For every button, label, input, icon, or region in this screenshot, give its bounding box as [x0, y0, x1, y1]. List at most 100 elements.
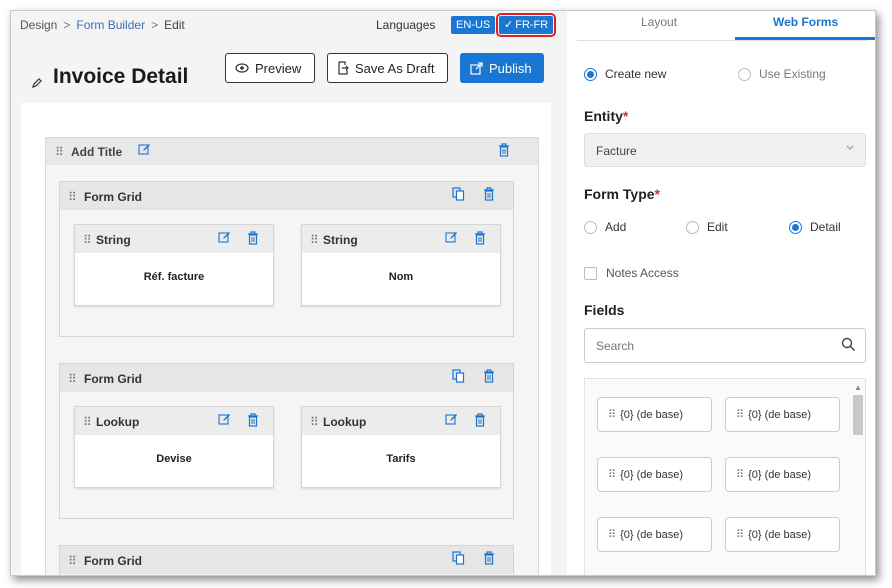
copy-icon[interactable] [452, 369, 465, 383]
form-field[interactable]: ⠿ Lookup Devise [74, 406, 274, 488]
language-fr-fr-button[interactable]: ✓ FR-FR [495, 13, 557, 37]
save-as-draft-button[interactable]: Save As Draft [327, 53, 448, 83]
copy-icon[interactable] [452, 551, 465, 565]
properties-pane: Layout Web Forms Create new Use Existing… [567, 11, 875, 575]
drag-handle-icon[interactable]: ⠿ [310, 233, 319, 247]
drag-handle-icon[interactable]: ⠿ [68, 190, 77, 204]
edit-icon[interactable] [138, 143, 151, 156]
languages-label: Languages [376, 18, 436, 32]
field-chip-label: {0} (de base) [620, 408, 684, 421]
breadcrumb-form-builder[interactable]: Form Builder [76, 18, 145, 32]
field-label: Devise [156, 453, 192, 465]
breadcrumb-separator: > [151, 18, 159, 32]
field-chip-label: {0} (de base) [748, 408, 812, 421]
create-new-radio[interactable]: Create new [584, 67, 666, 81]
drag-handle-icon: ⠿ [608, 469, 616, 481]
fields-label: Fields [584, 302, 625, 318]
field-chip[interactable]: ⠿ {0} (de base) [597, 397, 712, 432]
copy-icon[interactable] [452, 187, 465, 201]
publish-label: Publish [489, 60, 532, 76]
field-header: ⠿ String [75, 225, 273, 253]
field-chip[interactable]: ⠿ {0} (de base) [725, 397, 840, 432]
edit-icon[interactable] [445, 413, 458, 426]
trash-icon[interactable] [498, 143, 510, 157]
form-type-add-label: Add [605, 220, 627, 234]
breadcrumb: Design > Form Builder > Edit [20, 18, 185, 32]
scrollbar-thumb[interactable] [853, 395, 863, 435]
active-tab-indicator [735, 37, 875, 40]
drag-handle-icon[interactable]: ⠿ [68, 554, 77, 568]
pencil-icon[interactable] [31, 77, 43, 89]
search-icon[interactable] [841, 337, 856, 352]
form-field[interactable]: ⠿ String Réf. facture [74, 224, 274, 306]
notes-access-checkbox[interactable]: Notes Access [584, 266, 679, 280]
trash-icon[interactable] [474, 231, 486, 245]
trash-icon[interactable] [247, 231, 259, 245]
grid-header: ⠿ Form Grid [60, 364, 513, 392]
drag-handle-icon: ⠿ [736, 529, 744, 541]
form-type-edit-radio[interactable]: Edit [686, 220, 728, 234]
drag-handle-icon[interactable]: ⠿ [55, 145, 64, 159]
entity-select[interactable]: Facture [584, 133, 866, 167]
tab-layout[interactable]: Layout [641, 15, 677, 29]
section-header: ⠿ Add Title [46, 138, 538, 165]
use-existing-label: Use Existing [759, 67, 826, 81]
field-type: Lookup [323, 415, 367, 429]
external-link-icon [470, 61, 483, 75]
form-type-add-radio[interactable]: Add [584, 220, 626, 234]
tab-bar: Layout Web Forms [577, 11, 875, 41]
trash-icon[interactable] [483, 187, 495, 201]
scrollbar[interactable]: ▲ [853, 383, 863, 573]
edit-icon[interactable] [218, 231, 231, 244]
language-en-us-button[interactable]: EN-US [451, 16, 496, 34]
field-chip-label: {0} (de base) [748, 528, 812, 541]
field-chip[interactable]: ⠿ {0} (de base) [725, 457, 840, 492]
use-existing-radio[interactable]: Use Existing [738, 67, 826, 81]
publish-button[interactable]: Publish [460, 53, 544, 83]
entity-label-text: Entity [584, 108, 623, 124]
drag-handle-icon[interactable]: ⠿ [68, 372, 77, 386]
form-grid: ⠿ Form Grid ⠿ String Réf. facture ⠿ Stri… [59, 181, 514, 337]
eye-icon [235, 63, 249, 73]
drag-handle-icon: ⠿ [736, 469, 744, 481]
grid-title: Form Grid [84, 190, 143, 204]
drag-handle-icon[interactable]: ⠿ [83, 233, 92, 247]
required-marker: * [622, 108, 629, 124]
trash-icon[interactable] [483, 369, 495, 383]
form-type-label-text: Form Type [584, 186, 655, 202]
drag-handle-icon: ⠿ [608, 409, 616, 421]
field-header: ⠿ Lookup [75, 407, 273, 435]
save-draft-icon [337, 61, 349, 75]
radio-icon [584, 220, 597, 234]
field-label: Tarifs [386, 453, 416, 465]
form-type-detail-radio[interactable]: Detail [789, 220, 841, 234]
form-field[interactable]: ⠿ Lookup Tarifs [301, 406, 501, 488]
breadcrumb-design[interactable]: Design [20, 18, 57, 32]
trash-icon[interactable] [247, 413, 259, 427]
field-chip[interactable]: ⠿ {0} (de base) [725, 517, 840, 552]
form-builder-pane: Design > Form Builder > Edit Languages E… [11, 11, 567, 575]
trash-icon[interactable] [483, 551, 495, 565]
scroll-up-icon[interactable]: ▲ [854, 383, 862, 392]
available-fields-list: ⠿ {0} (de base) ⠿ {0} (de base) ⠿ {0} (d… [584, 378, 866, 575]
edit-icon[interactable] [218, 413, 231, 426]
grid-header: ⠿ Form Grid [60, 546, 513, 574]
section-title: Add Title [71, 145, 123, 159]
field-chip[interactable]: ⠿ {0} (de base) [597, 517, 712, 552]
preview-button[interactable]: Preview [225, 53, 315, 83]
drag-handle-icon[interactable]: ⠿ [310, 415, 319, 429]
form-field[interactable]: ⠿ String Nom [301, 224, 501, 306]
top-bar: Design > Form Builder > Edit Languages E… [11, 11, 567, 41]
field-chip[interactable]: ⠿ {0} (de base) [597, 457, 712, 492]
field-header: ⠿ Lookup [302, 407, 500, 435]
breadcrumb-edit: Edit [164, 18, 185, 32]
trash-icon[interactable] [474, 413, 486, 427]
edit-icon[interactable] [445, 231, 458, 244]
search-input[interactable] [596, 339, 816, 353]
radio-selected-icon [584, 67, 597, 81]
drag-handle-icon[interactable]: ⠿ [83, 415, 92, 429]
tab-web-forms[interactable]: Web Forms [773, 15, 838, 29]
drag-handle-icon: ⠿ [608, 529, 616, 541]
field-chip-label: {0} (de base) [748, 468, 812, 481]
page-title: Invoice Detail [53, 65, 189, 88]
